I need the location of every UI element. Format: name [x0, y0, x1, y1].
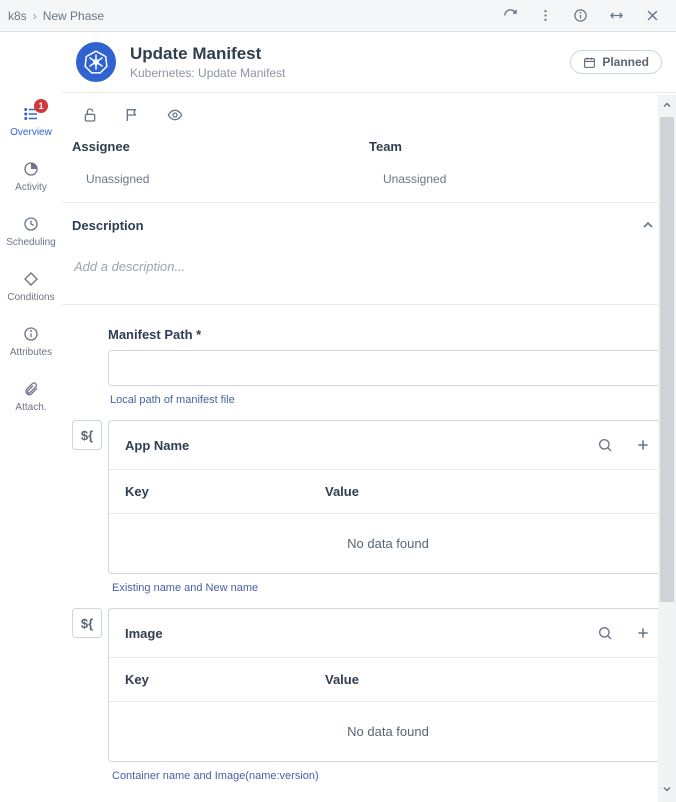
sidebar-item-scheduling[interactable]: Scheduling	[0, 203, 62, 258]
eye-icon[interactable]	[166, 107, 184, 123]
chevron-up-icon[interactable]	[640, 217, 656, 233]
description-input[interactable]: Add a description...	[72, 233, 666, 298]
expand-icon[interactable]	[608, 8, 625, 23]
calendar-icon	[583, 56, 596, 69]
sidebar-item-label: Conditions	[7, 292, 54, 303]
refresh-icon[interactable]	[503, 8, 518, 23]
sidebar-item-label: Scheduling	[6, 237, 55, 248]
description-title: Description	[72, 218, 144, 233]
status-badge-label: Planned	[602, 55, 649, 69]
paperclip-icon	[23, 380, 39, 398]
scroll-down-icon[interactable]	[661, 783, 673, 798]
variable-button[interactable]: ${	[72, 608, 102, 638]
activity-icon	[23, 160, 39, 178]
manifest-path-label: Manifest Path *	[108, 327, 676, 342]
clock-icon	[23, 215, 39, 233]
add-icon[interactable]	[635, 625, 651, 641]
search-icon[interactable]	[597, 625, 613, 641]
more-icon[interactable]	[538, 8, 553, 23]
breadcrumb-root[interactable]: k8s	[8, 9, 27, 23]
image-key-header: Key	[125, 672, 325, 687]
breadcrumb-separator: ›	[33, 9, 37, 23]
flag-icon[interactable]	[124, 107, 140, 123]
sidebar-item-label: Overview	[10, 127, 52, 138]
appname-hint: Existing name and New name	[112, 582, 668, 594]
close-icon[interactable]	[645, 8, 660, 23]
team-label: Team	[369, 139, 666, 154]
status-badge[interactable]: Planned	[570, 50, 662, 74]
sidebar-item-activity[interactable]: Activity	[0, 148, 62, 203]
sidebar-item-label: Attributes	[10, 347, 52, 358]
image-empty: No data found	[109, 701, 667, 761]
kubernetes-logo-icon	[76, 42, 116, 82]
sidebar-item-attach[interactable]: Attach.	[0, 368, 62, 423]
manifest-path-input[interactable]	[108, 350, 668, 386]
info-icon	[23, 325, 39, 343]
add-icon[interactable]	[635, 437, 651, 453]
appname-value-header: Value	[325, 484, 525, 499]
main-panel: Assignee Unassigned Team Unassigned Desc…	[62, 93, 676, 800]
page-subtitle: Kubernetes: Update Manifest	[130, 66, 556, 80]
appname-title: App Name	[125, 438, 189, 453]
image-card: Image Key	[108, 608, 668, 762]
description-section: Description Add a description...	[62, 202, 676, 304]
search-icon[interactable]	[597, 437, 613, 453]
header: Update Manifest Kubernetes: Update Manif…	[62, 32, 676, 93]
scrollbar[interactable]	[658, 95, 676, 802]
sidebar: 1 Overview Activity Scheduling Condition…	[0, 93, 62, 800]
assignee-label: Assignee	[72, 139, 369, 154]
appname-card: App Name Key	[108, 420, 668, 574]
team-value[interactable]: Unassigned	[369, 172, 666, 186]
top-bar: k8s › New Phase	[0, 0, 676, 32]
top-bar-actions	[503, 8, 668, 23]
page-title: Update Manifest	[130, 44, 556, 64]
sidebar-item-label: Attach.	[15, 402, 46, 413]
overview-badge: 1	[34, 99, 48, 113]
image-title: Image	[125, 626, 163, 641]
appname-empty: No data found	[109, 513, 667, 573]
sidebar-item-attributes[interactable]: Attributes	[0, 313, 62, 368]
sidebar-item-overview[interactable]: 1 Overview	[0, 93, 62, 148]
info-icon[interactable]	[573, 8, 588, 23]
breadcrumb-current: New Phase	[43, 9, 104, 23]
scroll-up-icon[interactable]	[661, 99, 673, 114]
manifest-path-field: Manifest Path * Local path of manifest f…	[62, 327, 676, 420]
action-row	[62, 93, 676, 129]
image-hint: Container name and Image(name:version)	[112, 770, 668, 782]
assignee-value[interactable]: Unassigned	[72, 172, 369, 186]
manifest-path-hint: Local path of manifest file	[108, 394, 676, 406]
meta-row: Assignee Unassigned Team Unassigned	[62, 129, 676, 202]
diamond-icon	[23, 270, 39, 288]
scroll-thumb[interactable]	[660, 117, 674, 602]
sidebar-item-label: Activity	[15, 182, 47, 193]
variable-button[interactable]: ${	[72, 420, 102, 450]
appname-key-header: Key	[125, 484, 325, 499]
image-value-header: Value	[325, 672, 525, 687]
form-area: Manifest Path * Local path of manifest f…	[62, 304, 676, 796]
breadcrumb: k8s › New Phase	[8, 9, 503, 23]
sidebar-item-conditions[interactable]: Conditions	[0, 258, 62, 313]
lock-open-icon[interactable]	[82, 107, 98, 123]
